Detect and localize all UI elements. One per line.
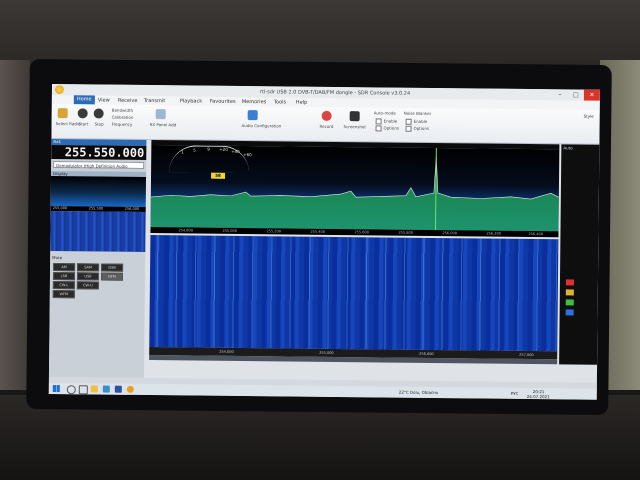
color-swatch-red[interactable] (565, 279, 574, 286)
noise-blanker-label: Noise Blanker (403, 110, 432, 116)
tab-memories[interactable]: Memories (242, 99, 267, 105)
stop-label: Stop (94, 121, 104, 127)
axis-label: 255,000 (319, 350, 334, 355)
auto-mode-label: Auto-mode (373, 110, 396, 116)
sdr-console-taskbar-icon[interactable] (126, 385, 134, 393)
audio-config-icon[interactable] (247, 110, 258, 121)
receiver-panel: Rx1 255.550.000 Demodulator (High Defini… (48, 138, 147, 378)
color-swatch-green[interactable] (565, 299, 574, 306)
mini-axis-label: 255,000 (52, 206, 68, 211)
start-label: Start (78, 121, 89, 127)
axis-label: 255,400 (310, 229, 325, 234)
mode-lsb-button[interactable]: LSB (52, 272, 76, 281)
bandwidth-button[interactable]: Bandwidth (112, 108, 133, 113)
mode-nfm-button[interactable]: NFM (100, 272, 124, 281)
minimize-button[interactable]: – (552, 89, 568, 100)
axis-label: 256,200 (486, 231, 501, 236)
start-icon[interactable] (77, 108, 88, 119)
language-indicator[interactable]: РУС (511, 391, 519, 396)
frequency-display[interactable]: 255.550.000 (51, 144, 147, 160)
camera-icon[interactable] (349, 111, 360, 122)
axis-label: 256,000 (442, 231, 457, 236)
s-meter-scale: +20 (219, 146, 228, 152)
file-explorer-icon[interactable] (90, 385, 98, 393)
axis-label: 255,600 (354, 230, 369, 235)
screenshot-label: Screenshot (343, 124, 366, 130)
noise-blanker-options[interactable]: Options (405, 125, 429, 132)
level-bar (559, 144, 600, 365)
axis-label: 254,800 (178, 228, 193, 233)
demodulator-select[interactable]: Demodulator (High Definition Audio Devic… (53, 161, 145, 175)
color-swatch-yellow[interactable] (565, 289, 574, 296)
record-icon[interactable] (321, 110, 332, 121)
mode-usb-button[interactable]: USB (76, 272, 100, 281)
select-radio-icon[interactable] (57, 108, 68, 119)
stop-icon[interactable] (93, 108, 104, 119)
tab-home[interactable]: Home (73, 95, 95, 105)
background-left (0, 60, 30, 390)
mini-axis-label: 255,500 (88, 206, 104, 211)
store-icon[interactable] (114, 385, 122, 393)
axis-label: 254,000 (219, 349, 234, 354)
tab-favourites[interactable]: Favourites (210, 99, 236, 105)
color-swatch-blue[interactable] (565, 309, 574, 316)
screen: rtl-sdr USB 2.0 DVB-T/DAB/FM dongle - SD… (48, 84, 600, 400)
rx-panel-label: RX Panel Add (149, 122, 177, 128)
audio-config-label: Audio Configuration (241, 122, 282, 129)
s-meter-value: 58 (211, 172, 226, 179)
style-select[interactable]: Style (584, 114, 594, 119)
mini-spectrum[interactable] (50, 175, 147, 207)
mini-axis-label: 256,000 (124, 206, 140, 211)
window-title: rtl-sdr USB 2.0 DVB-T/DAB/FM dongle - SD… (259, 89, 411, 97)
s-meter-scale: +60 (243, 152, 252, 158)
mode-cwu-button[interactable]: CW-U (76, 281, 99, 290)
auto-mode-options[interactable]: Options (375, 125, 399, 132)
axis-label: 256,000 (419, 351, 434, 357)
axis-label: 255,800 (398, 230, 413, 235)
rx-panel-icon[interactable] (155, 109, 166, 120)
frequency-button[interactable]: Frequency (112, 122, 133, 127)
tab-view[interactable]: View (98, 97, 110, 103)
mode-wfm-button[interactable]: WFM (52, 290, 75, 299)
close-button[interactable]: ✕ (583, 89, 600, 101)
mode-sam-button[interactable]: SAM (77, 263, 100, 272)
axis-label: 257,000 (519, 352, 534, 358)
app-icon (54, 85, 64, 95)
noise-blanker-enable[interactable]: Enable (405, 118, 427, 125)
record-label: Record (319, 123, 334, 129)
s-meter-scale: 1 (181, 149, 184, 155)
calibration-button[interactable]: Calibration (112, 115, 134, 120)
tab-playback[interactable]: Playback (180, 98, 202, 104)
tab-transmit[interactable]: Transmit (144, 98, 165, 104)
task-view-icon[interactable] (78, 385, 88, 395)
mini-waterfall[interactable] (50, 210, 146, 252)
search-icon[interactable] (66, 385, 76, 395)
tab-receive[interactable]: Receive (118, 98, 138, 104)
axis-label: 255,000 (222, 228, 237, 233)
waterfall-display[interactable] (149, 235, 559, 352)
axis-label: 256,400 (528, 231, 543, 237)
s-meter-scale: 5 (193, 147, 196, 153)
weather-text[interactable]: 22°C Dolu, Oblačno (399, 390, 438, 395)
maximize-button[interactable]: □ (568, 89, 584, 100)
mode-dsb-button[interactable]: DSB (101, 263, 124, 272)
select-radio-label: Select Radio (55, 121, 81, 127)
mode-cwl-button[interactable]: CW-L (52, 281, 75, 290)
s-meter-scale: 9 (207, 146, 210, 152)
windows-start-icon[interactable] (52, 385, 60, 393)
axis-label: 255,200 (266, 229, 281, 234)
tab-tools[interactable]: Tools (274, 99, 286, 105)
edge-icon[interactable] (102, 385, 110, 393)
auto-label[interactable]: Auto (563, 145, 572, 150)
auto-mode-enable[interactable]: Enable (375, 118, 397, 125)
mode-am-button[interactable]: AM (53, 263, 76, 272)
tab-help[interactable]: Help (296, 100, 307, 106)
clock-date: 24.07.2021 (526, 393, 550, 400)
mode-buttons: AM SAM DSB LSB USB NFM CW-L CW-U WFM (52, 263, 124, 299)
mute-label[interactable]: Mute (50, 255, 145, 261)
ribbon: Select Radio Start Stop Bandwidth Calibr… (51, 103, 600, 145)
s-meter-scale: +40 (231, 148, 240, 154)
